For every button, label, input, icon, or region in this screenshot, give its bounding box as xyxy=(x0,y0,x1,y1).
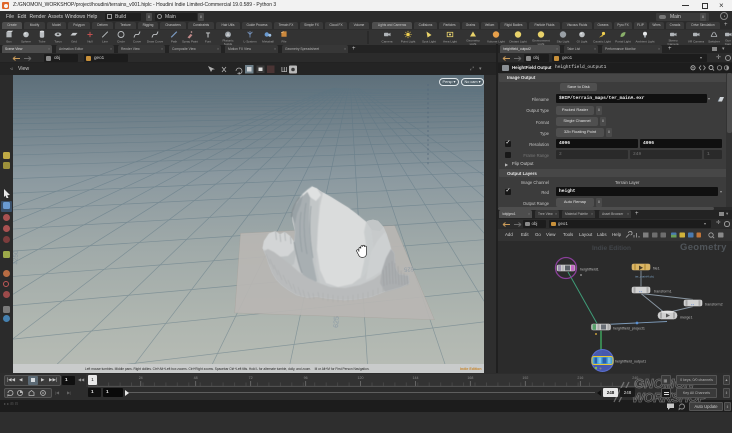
svg-text:Path: Path xyxy=(171,39,178,43)
svg-text:Draw Curve: Draw Curve xyxy=(147,39,164,43)
svg-text:24: 24 xyxy=(139,376,143,380)
svg-text:Portal Light: Portal Light xyxy=(615,39,631,43)
svg-text:Grid: Grid xyxy=(71,39,77,43)
svg-text:heightfield_project1: heightfield_project1 xyxy=(613,326,645,330)
svg-text:Line: Line xyxy=(102,39,108,43)
svg-text:Caustic Light: Caustic Light xyxy=(593,39,611,43)
svg-text:VR Camera: VR Camera xyxy=(688,39,704,43)
svg-text:File: File xyxy=(282,39,287,43)
svg-text:48: 48 xyxy=(194,376,198,380)
svg-text:T: T xyxy=(206,32,211,39)
svg-text:1250: 1250 xyxy=(12,250,20,265)
svg-text:Distant Light: Distant Light xyxy=(509,39,526,43)
svg-text:Circle: Circle xyxy=(117,39,125,43)
svg-text:Volume Light: Volume Light xyxy=(487,39,505,43)
svg-text:Spray Paint: Spray Paint xyxy=(182,39,198,43)
svg-text:Point Light: Point Light xyxy=(401,39,416,43)
svg-text:72: 72 xyxy=(249,376,253,380)
svg-text:-625: -625 xyxy=(403,265,416,271)
svg-text:Sky Light: Sky Light xyxy=(557,39,570,43)
svg-text:Torus: Torus xyxy=(54,39,62,43)
svg-text:transform1: transform1 xyxy=(654,289,672,293)
svg-text:heightfield_output1: heightfield_output1 xyxy=(615,359,646,363)
svg-text:Null: Null xyxy=(87,39,93,43)
svg-text:GI Light: GI Light xyxy=(577,39,588,43)
svg-text:Ш: Ш xyxy=(281,67,287,74)
svg-text:Camera: Camera xyxy=(381,39,392,43)
svg-text:Curve: Curve xyxy=(133,39,142,43)
svg-text:ter_mainH.obj: ter_mainH.obj xyxy=(635,274,654,278)
svg-text:Area Light: Area Light xyxy=(443,39,457,43)
svg-text:168: 168 xyxy=(467,376,473,380)
svg-text:file1: file1 xyxy=(653,266,660,270)
svg-text:120: 120 xyxy=(358,376,364,380)
svg-text:Ambient Light: Ambient Light xyxy=(636,39,655,43)
svg-text:Metaball: Metaball xyxy=(262,39,274,43)
svg-text:Switcher: Switcher xyxy=(708,39,720,43)
svg-text:192: 192 xyxy=(522,376,528,380)
svg-text:L-System: L-System xyxy=(243,39,256,43)
svg-text:↔: ↔ xyxy=(638,288,643,294)
svg-text:144: 144 xyxy=(413,376,419,380)
svg-text:96: 96 xyxy=(304,376,308,380)
svg-text:Font: Font xyxy=(205,39,211,43)
svg-text:Sphere: Sphere xyxy=(21,39,31,43)
svg-text:625: 625 xyxy=(333,316,341,328)
svg-text:transform2: transform2 xyxy=(705,302,723,306)
svg-text:heightfield1: heightfield1 xyxy=(580,267,599,271)
svg-text:Tube: Tube xyxy=(39,39,46,43)
svg-text:merge1: merge1 xyxy=(680,315,693,319)
svg-text:216: 216 xyxy=(577,376,583,380)
svg-text:↔: ↔ xyxy=(690,301,695,307)
svg-text:Spot Light: Spot Light xyxy=(422,39,436,43)
svg-text:Box: Box xyxy=(6,39,12,43)
